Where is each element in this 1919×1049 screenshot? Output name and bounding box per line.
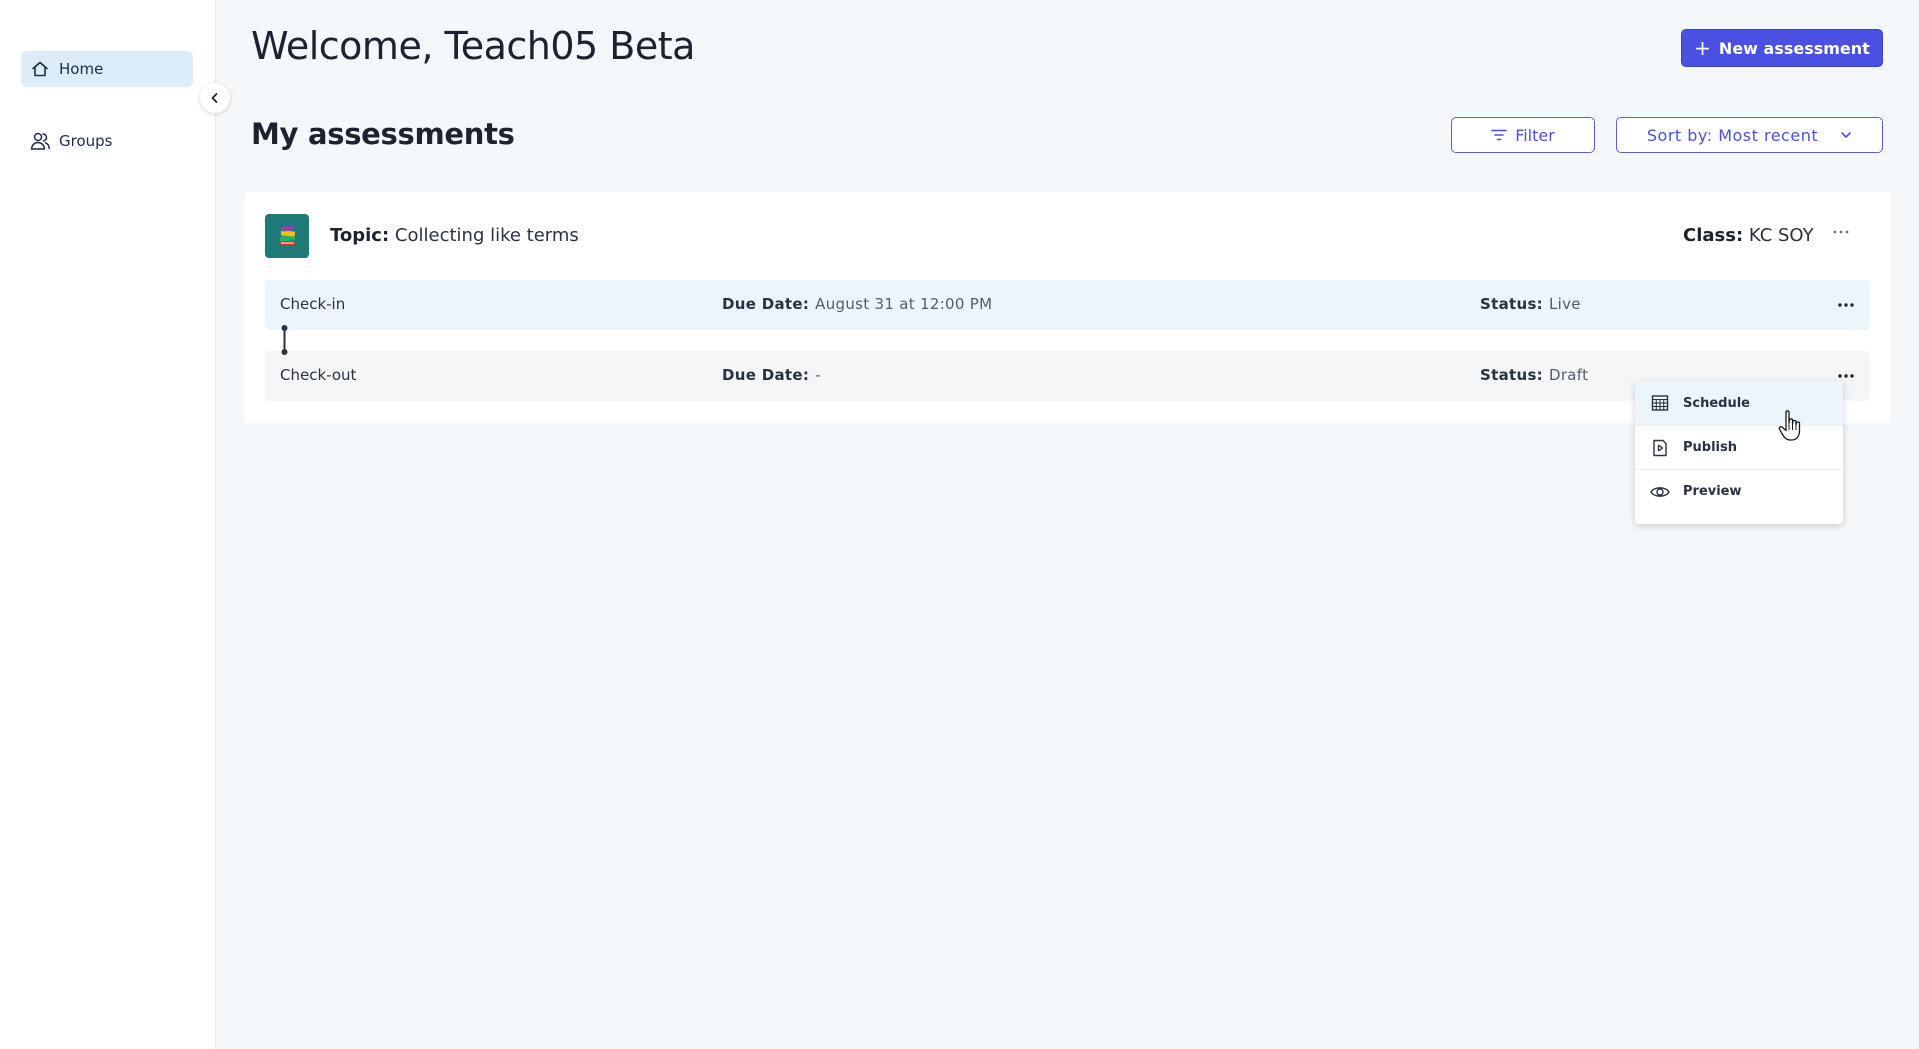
- chevron-left-icon: [209, 92, 221, 104]
- filter-label: Filter: [1515, 125, 1555, 145]
- due-date-value: -: [815, 366, 821, 384]
- sidebar-item-label: Groups: [59, 132, 113, 150]
- sidebar-item-groups[interactable]: Groups: [21, 123, 193, 159]
- card-more-button[interactable]: [1828, 222, 1854, 242]
- row-more-button[interactable]: [1834, 295, 1858, 315]
- assessment-row[interactable]: Check-in Due Date: August 31 at 12:00 PM …: [265, 280, 1870, 330]
- collapse-sidebar-button[interactable]: [200, 83, 230, 113]
- more-horizontal-icon: [1833, 230, 1849, 234]
- menu-item-schedule[interactable]: Schedule: [1635, 381, 1843, 425]
- row-context-menu: Schedule Publish Preview: [1635, 381, 1843, 524]
- new-assessment-label: New assessment: [1718, 38, 1870, 58]
- due-date: Due Date: August 31 at 12:00 PM: [722, 295, 992, 313]
- topic-value: Collecting like terms: [394, 225, 579, 246]
- row-connector: [281, 325, 288, 355]
- assessment-name: Check-out: [280, 366, 357, 384]
- status-value: Live: [1548, 295, 1581, 313]
- page-title: Welcome, Teach05 Beta: [251, 24, 695, 68]
- sidebar: Home Groups: [0, 0, 216, 1049]
- sidebar-item-label: Home: [59, 60, 104, 78]
- menu-item-publish[interactable]: Publish: [1635, 425, 1843, 469]
- class-key: Class:: [1683, 225, 1744, 246]
- due-date-key: Due Date:: [722, 295, 810, 313]
- more-horizontal-icon: [1838, 303, 1854, 307]
- books-icon: [265, 214, 309, 258]
- sidebar-item-home[interactable]: Home: [21, 51, 193, 87]
- due-date-key: Due Date:: [722, 366, 810, 384]
- groups-icon: [29, 130, 51, 152]
- sort-dropdown[interactable]: Sort by: Most recent: [1616, 117, 1883, 153]
- section-title: My assessments: [251, 117, 515, 151]
- due-date-value: August 31 at 12:00 PM: [815, 295, 993, 313]
- assessment-name: Check-in: [280, 295, 346, 313]
- new-assessment-button[interactable]: + New assessment: [1681, 29, 1883, 67]
- status: Status: Live: [1480, 295, 1581, 313]
- eye-icon: [1650, 482, 1670, 502]
- sort-label: Sort by: Most recent: [1646, 125, 1819, 145]
- class-line: Class: KC SOY: [1683, 225, 1814, 246]
- plus-icon: +: [1694, 36, 1711, 60]
- filter-button[interactable]: Filter: [1451, 117, 1595, 153]
- topic-line: Topic: Collecting like terms: [330, 225, 579, 246]
- chevron-down-icon: [1840, 131, 1852, 139]
- status-key: Status:: [1480, 295, 1543, 313]
- publish-icon: [1650, 438, 1670, 458]
- topic-key: Topic:: [330, 225, 390, 246]
- status-value: Draft: [1548, 366, 1589, 384]
- calendar-icon: [1650, 393, 1670, 413]
- menu-item-label: Publish: [1683, 440, 1737, 455]
- due-date: Due Date: -: [722, 366, 821, 384]
- menu-item-preview[interactable]: Preview: [1635, 469, 1843, 513]
- menu-item-label: Preview: [1683, 484, 1742, 499]
- more-horizontal-icon: [1838, 374, 1854, 378]
- status: Status: Draft: [1480, 366, 1588, 384]
- home-icon: [29, 58, 51, 80]
- status-key: Status:: [1480, 366, 1543, 384]
- assessment-row[interactable]: Check-out Due Date: - Status: Draft: [265, 351, 1870, 401]
- filter-icon: [1491, 129, 1507, 141]
- class-value: KC SOY: [1748, 225, 1814, 246]
- menu-item-label: Schedule: [1683, 395, 1750, 411]
